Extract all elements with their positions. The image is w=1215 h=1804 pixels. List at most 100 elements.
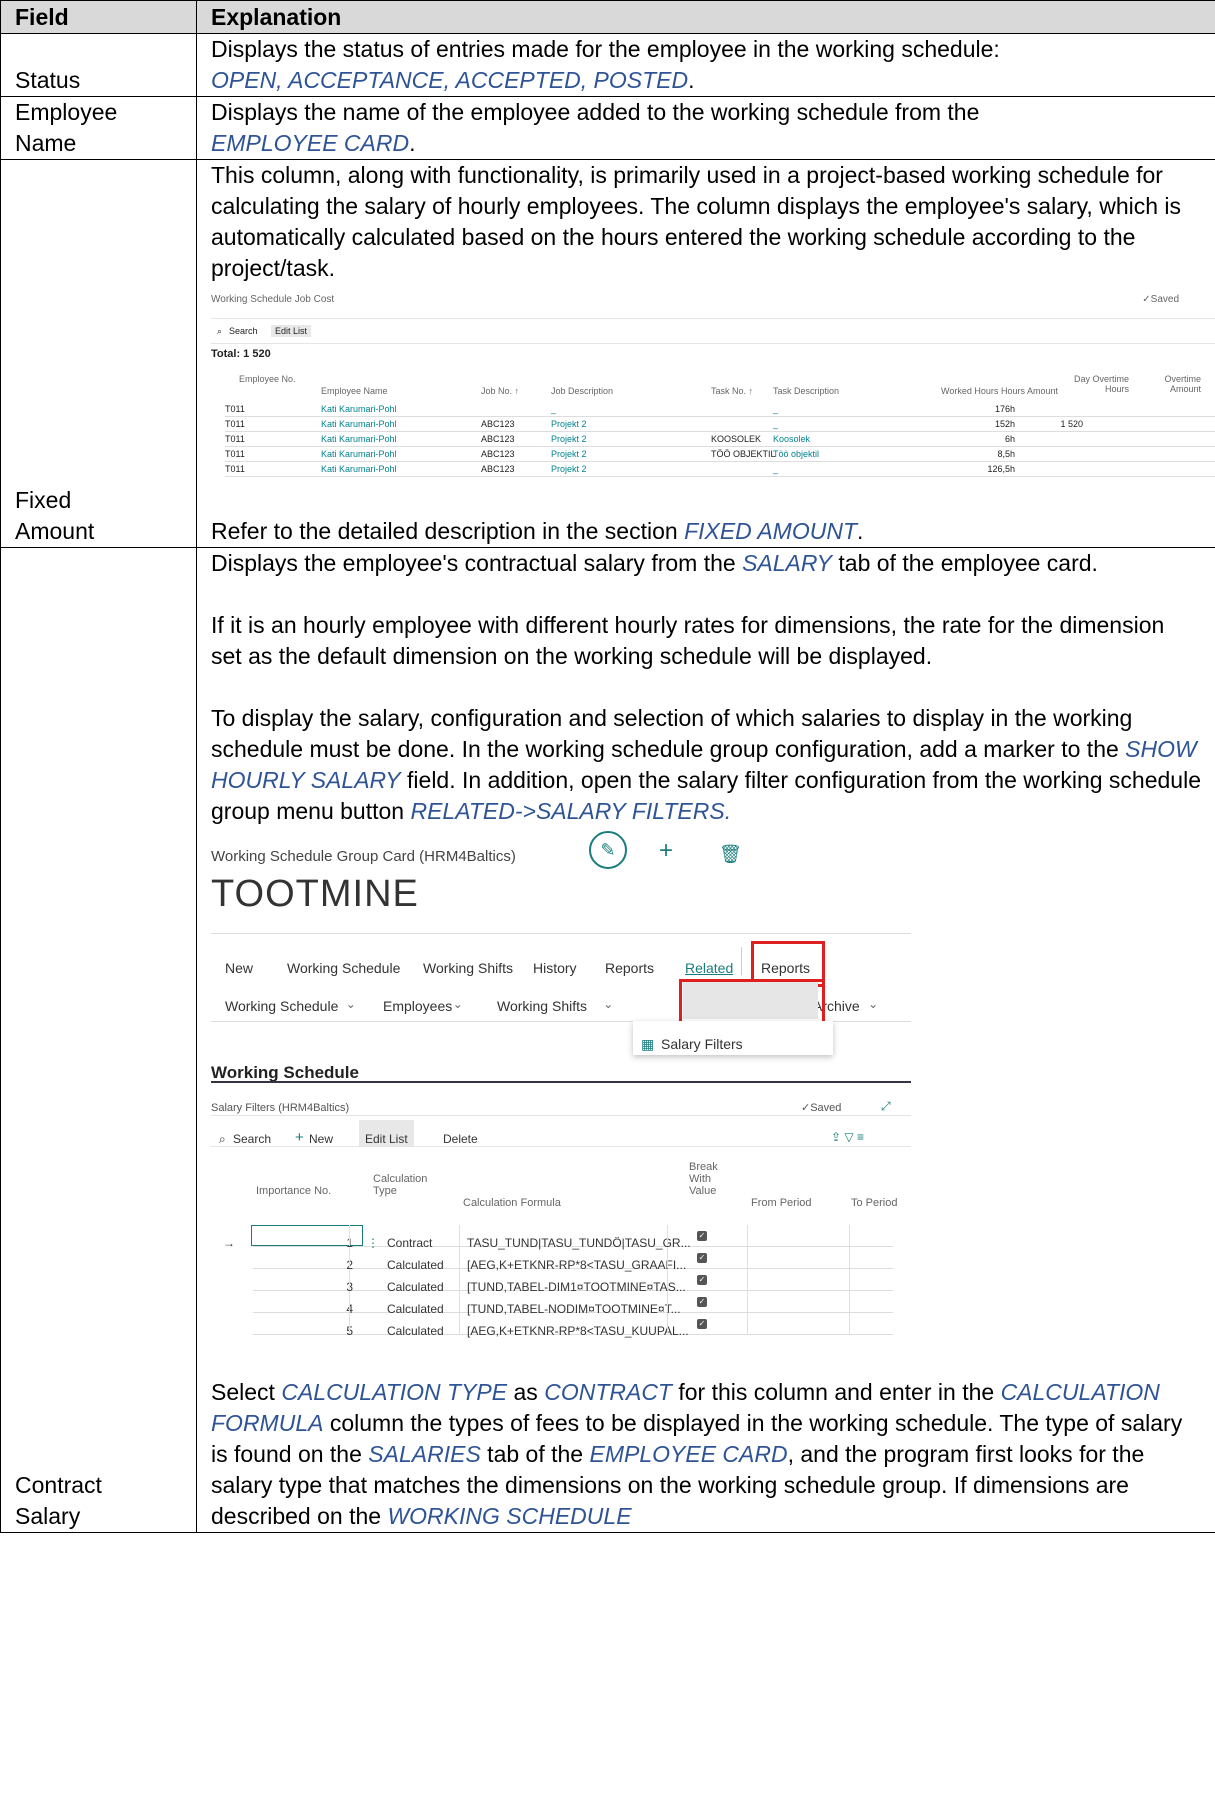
menu-item-reports[interactable]: Reports — [605, 953, 654, 984]
page-heading: TOOTMINE — [211, 873, 419, 915]
cell-name: Kati Karumari-Pohl — [321, 404, 397, 414]
cell-jdesc: Projekt 2 — [551, 434, 587, 444]
cell-task: KOOSOLEK — [711, 434, 762, 444]
row-fixed-amount: Fixed Amount This column, along with func… — [0, 159, 1215, 548]
cell-worked: 8,5h — [997, 449, 1015, 459]
table-row[interactable]: T011 Kati Karumari-Pohl ABC123 Projekt 2 KOO… — [225, 432, 1215, 447]
total-label: Total: 1 520 — [211, 348, 271, 360]
field-fixed-amount: Fixed Amount — [0, 159, 197, 548]
salary-filters-highlight — [679, 979, 825, 1027]
table-row[interactable]: 2 Calculated [AEG,K+ETKNR-RP*8<TASU_GRAAFI… — [253, 1247, 893, 1272]
field-status: Status — [0, 33, 197, 97]
salary-filters-dropdown: ▦ Salary Filters — [633, 1021, 833, 1055]
submenu-employees[interactable]: Employees — [383, 991, 452, 1022]
table-row[interactable]: T011 Kati Karumari-Pohl ABC123 Projekt 2 TÖÖ… — [225, 447, 1215, 462]
cell-tdesc: Koosolek — [773, 434, 811, 444]
cell-importance: 5 — [346, 1324, 353, 1338]
fixed-amount-link: FIXED AMOUNT — [684, 518, 857, 544]
cell-tdesc: _ — [773, 419, 779, 429]
dropdown-salary-filters[interactable]: Salary Filters — [661, 1029, 743, 1060]
table-row[interactable]: 5 Calculated [AEG,K+ETKNR-RP*8<TASU_KUUPAL… — [253, 1313, 893, 1338]
cell-name: Kati Karumari-Pohl — [321, 419, 397, 429]
explanation-status: Displays the status of entries made for … — [196, 33, 1215, 97]
job-cost-screenshot: Working Schedule Job Cost ✓Saved ⌕ Searc… — [211, 290, 1215, 512]
table-row[interactable]: 3 Calculated [TUND,TABEL-DIM1¤TOOTMINE¤TAS… — [253, 1269, 893, 1294]
cell-emp: T011 — [225, 419, 245, 429]
chevron-down-icon: ⌄ — [603, 997, 614, 1011]
table-row[interactable]: → ⋮ 1 Contract TASU_TUND|TASU_TUNDÖ|TASU_GR.… — [223, 1225, 893, 1250]
job-cost-toolbar: ⌕ Search Edit List — [211, 318, 1215, 344]
cell-jdesc: Projekt 2 — [551, 464, 587, 474]
search-icon-2[interactable]: ⌕ — [219, 1124, 226, 1155]
cell-amount: 1 520 — [1060, 419, 1083, 429]
search-button[interactable]: Search — [229, 325, 258, 337]
table-header-row: Field Explanation — [0, 0, 1215, 34]
edit-list-button-2[interactable]: Edit List — [359, 1120, 414, 1146]
status-text: Displays the status of entries made for … — [211, 36, 1000, 62]
menu-item-working-shifts[interactable]: Working Shifts — [423, 953, 513, 984]
cell-name: Kati Karumari-Pohl — [321, 434, 397, 444]
plus-icon[interactable]: + — [659, 835, 673, 866]
group-card-title: Working Schedule Group Card (HRM4Baltics… — [211, 848, 516, 865]
search-icon[interactable]: ⌕ — [217, 325, 222, 337]
explanation-contract-salary: Displays the employee's contractual sala… — [196, 547, 1215, 1533]
new-button[interactable]: New — [309, 1124, 333, 1155]
table-row[interactable]: T011 Kati Karumari-Pohl ABC123 Projekt 2 _ 15… — [225, 417, 1215, 432]
row-employee-name: Employee Name Displays the name of the em… — [0, 96, 1215, 160]
cell-tdesc: Töö objektil — [773, 449, 820, 459]
saved-indicator: ✓Saved — [1142, 294, 1179, 305]
table-row[interactable]: T011 Kati Karumari-Pohl _ _ 176h — [225, 402, 1215, 417]
table-row[interactable]: T011 Kati Karumari-Pohl ABC123 Projekt 2 _ 12… — [225, 462, 1215, 477]
cell-name: Kati Karumari-Pohl — [321, 449, 397, 459]
cell-emp: T011 — [225, 449, 245, 459]
cell-job: ABC123 — [481, 434, 515, 444]
search-button-2[interactable]: Search — [233, 1124, 271, 1155]
table-row[interactable]: 4 Calculated [TUND,TABEL-NODIM¤TOOTMINE¤T.… — [253, 1291, 893, 1316]
cell-calc-type: Calculated — [387, 1324, 444, 1338]
document: Field Explanation Status Displays the st… — [0, 0, 1215, 1533]
explanation-employee-name: Displays the name of the employee added … — [196, 96, 1215, 160]
field-contract-salary: Contract Salary — [0, 547, 197, 1533]
status-keywords: OPEN, ACCEPTANCE, ACCEPTED, POSTED — [211, 67, 689, 93]
row-status: Status Displays the status of entries ma… — [0, 33, 1215, 97]
chevron-down-icon: ⌄ — [452, 997, 463, 1011]
cell-name: Kati Karumari-Pohl — [321, 464, 397, 474]
delete-button[interactable]: Delete — [443, 1124, 478, 1155]
fixed-amount-paragraph: This column, along with functionality, i… — [211, 162, 1182, 281]
salary-filters-screenshot: Working Schedule Group Card (HRM4Baltics… — [211, 831, 971, 1371]
share-filter-icons[interactable]: ⇪ ▽ ≡ — [831, 1122, 864, 1153]
edit-list-button[interactable]: Edit List — [271, 325, 312, 337]
cell-tdesc: _ — [773, 404, 779, 414]
field-table: Field Explanation Status Displays the st… — [0, 0, 1215, 1533]
filter-icon: ▦ — [641, 1036, 655, 1052]
chevron-down-icon: ⌄ — [868, 997, 879, 1011]
cell-emp: T011 — [225, 434, 245, 444]
cell-worked: 152h — [994, 419, 1015, 429]
employee-card-link: EMPLOYEE CARD — [211, 130, 410, 156]
cell-jdesc: Projekt 2 — [551, 449, 587, 459]
cell-jdesc: Projekt 2 — [551, 419, 587, 429]
menu-item-working-schedule[interactable]: Working Schedule — [287, 953, 400, 984]
cell-worked: 126,5h — [987, 464, 1015, 474]
cell-tdesc: _ — [773, 464, 779, 474]
header-field: Field — [0, 0, 197, 34]
trash-icon[interactable]: 🗑 — [719, 839, 742, 870]
cell-worked: 6h — [1004, 434, 1015, 444]
submenu-working-shifts[interactable]: Working Shifts — [497, 991, 587, 1022]
cell-emp: T011 — [225, 404, 245, 414]
cell-emp: T011 — [225, 464, 245, 474]
current-row-arrow-icon: → — [223, 1236, 235, 1250]
cell-worked: 176h — [994, 404, 1015, 414]
cell-job: ABC123 — [481, 464, 515, 474]
menu-item-history[interactable]: History — [533, 953, 577, 984]
row-contract-salary: Contract Salary Displays the employee's c… — [0, 547, 1215, 1533]
explanation-fixed-amount: This column, along with functionality, i… — [196, 159, 1215, 548]
edit-icon[interactable]: ✎ — [589, 831, 627, 869]
cell-task: TÖÖ OBJEKTIL — [711, 449, 776, 459]
submenu-working-schedule[interactable]: Working Schedule — [225, 991, 338, 1022]
menu-item-new[interactable]: New — [225, 953, 253, 984]
job-cost-title: Working Schedule Job Cost — [211, 294, 335, 305]
cell-job: ABC123 — [481, 419, 515, 429]
new-icon: + — [295, 1129, 304, 1146]
header-explanation: Explanation — [196, 0, 1215, 34]
